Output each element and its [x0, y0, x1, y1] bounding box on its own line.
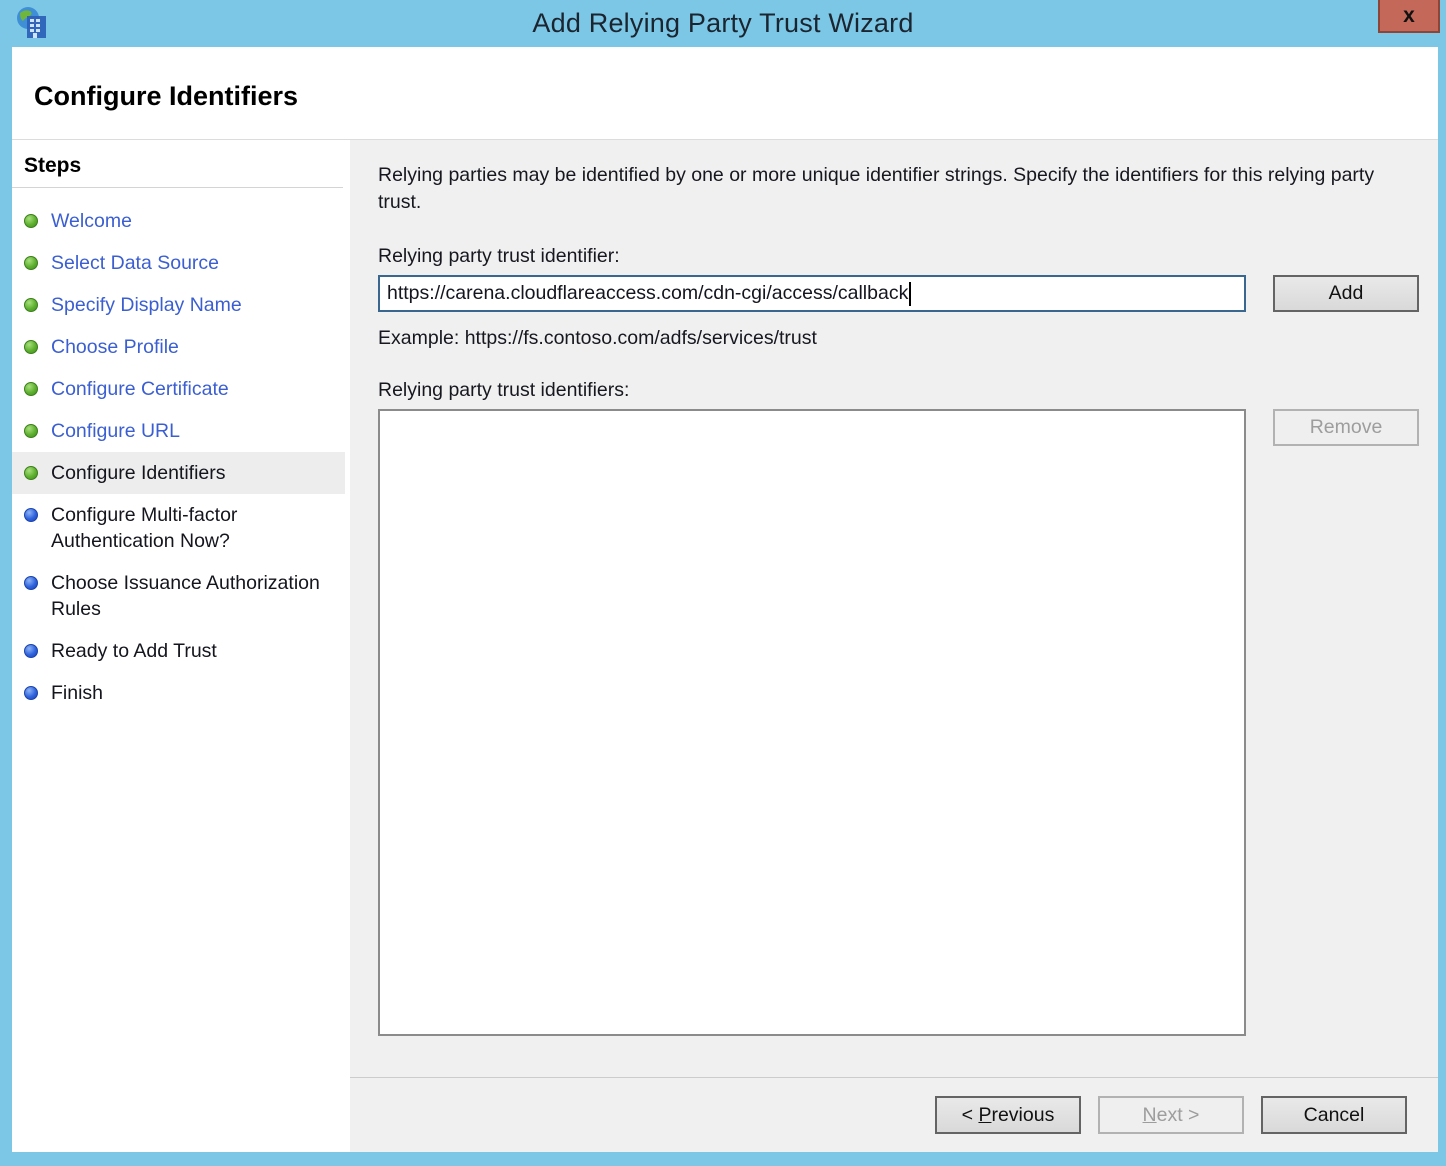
- add-button[interactable]: Add: [1273, 275, 1419, 312]
- step-item: Choose Issuance Authorization Rules: [12, 562, 345, 630]
- step-label: Select Data Source: [51, 250, 219, 276]
- identifiers-list-label: Relying party trust identifiers:: [378, 379, 1413, 402]
- step-status-dot: [24, 644, 38, 658]
- step-item: Ready to Add Trust: [12, 630, 345, 672]
- step-item: Specify Display Name: [12, 284, 345, 326]
- title-bar[interactable]: Add Relying Party Trust Wizard x: [0, 0, 1446, 47]
- previous-button[interactable]: < Previous: [935, 1096, 1081, 1134]
- close-button[interactable]: x: [1378, 0, 1440, 33]
- step-label: Configure Certificate: [51, 376, 229, 402]
- step-item: Configure Certificate: [12, 368, 345, 410]
- step-label: Specify Display Name: [51, 292, 242, 318]
- step-label: Ready to Add Trust: [51, 638, 217, 664]
- main-content: Relying parties may be identified by one…: [350, 140, 1438, 1077]
- step-label: Choose Profile: [51, 334, 179, 360]
- steps-heading: Steps: [12, 150, 343, 188]
- step-label: Finish: [51, 680, 103, 706]
- identifier-input[interactable]: https://carena.cloudflareaccess.com/cdn-…: [378, 275, 1246, 312]
- cancel-button[interactable]: Cancel: [1261, 1096, 1407, 1134]
- example-text: Example: https://fs.contoso.com/adfs/ser…: [378, 327, 1413, 350]
- step-item: Finish: [12, 672, 345, 714]
- window-title: Add Relying Party Trust Wizard: [0, 8, 1446, 39]
- page-description: Relying parties may be identified by one…: [378, 162, 1403, 216]
- next-button[interactable]: Next >: [1098, 1096, 1244, 1134]
- step-label: Welcome: [51, 208, 132, 234]
- step-status-dot: [24, 508, 38, 522]
- steps-list: Welcome Select Data Source Specify Display…: [12, 196, 345, 714]
- step-item: Configure Identifiers: [12, 452, 345, 494]
- step-status-dot: [24, 214, 38, 228]
- step-status-dot: [24, 298, 38, 312]
- step-label: Configure Identifiers: [51, 460, 226, 486]
- step-status-dot: [24, 382, 38, 396]
- identifiers-listbox[interactable]: [378, 409, 1246, 1036]
- step-status-dot: [24, 424, 38, 438]
- steps-sidebar: Steps Welcome Select Data Source Specify D…: [12, 140, 345, 1152]
- wizard-window: Configure Identifiers Steps Welcome Selec…: [12, 47, 1438, 1152]
- step-item: Configure URL: [12, 410, 345, 452]
- step-status-dot: [24, 340, 38, 354]
- step-status-dot: [24, 576, 38, 590]
- page-title: Configure Identifiers: [12, 47, 1438, 112]
- step-status-dot: [24, 256, 38, 270]
- step-status-dot: [24, 466, 38, 480]
- step-item: Choose Profile: [12, 326, 345, 368]
- wizard-header: Configure Identifiers: [12, 47, 1438, 139]
- wizard-footer: < Previous Next > Cancel: [350, 1077, 1438, 1152]
- identifier-input-value: https://carena.cloudflareaccess.com/cdn-…: [387, 282, 908, 305]
- step-label: Configure URL: [51, 418, 180, 444]
- identifier-field-label: Relying party trust identifier:: [378, 245, 1413, 268]
- remove-button[interactable]: Remove: [1273, 409, 1419, 446]
- step-label: Configure Multi-factor Authentication No…: [51, 502, 331, 554]
- step-status-dot: [24, 686, 38, 700]
- step-label: Choose Issuance Authorization Rules: [51, 570, 331, 622]
- step-item: Select Data Source: [12, 242, 345, 284]
- step-item: Configure Multi-factor Authentication No…: [12, 494, 345, 562]
- step-item: Welcome: [12, 200, 345, 242]
- text-caret: [909, 282, 911, 306]
